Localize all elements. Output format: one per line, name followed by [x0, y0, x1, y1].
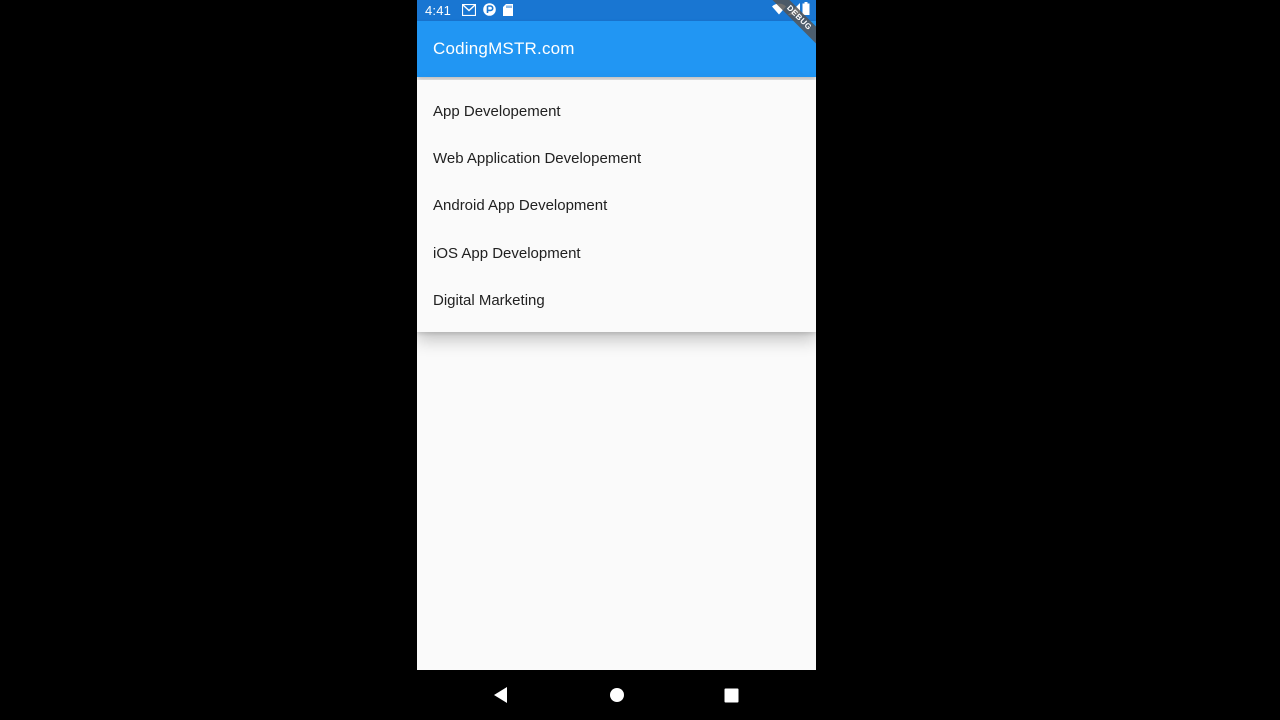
nav-bar — [417, 670, 816, 720]
menu-item-ios-app-development[interactable]: iOS App Development — [417, 230, 816, 277]
app-icon — [483, 3, 496, 19]
status-time: 4:41 — [425, 3, 452, 18]
gmail-icon — [461, 3, 477, 19]
menu-item-web-application-development[interactable]: Web Application Developement — [417, 135, 816, 182]
status-left-icons — [461, 3, 513, 19]
back-button[interactable] — [490, 684, 512, 706]
menu-item-app-development[interactable]: App Developement — [417, 88, 816, 135]
app-bar: CodingMSTR.com — [417, 21, 816, 77]
home-button[interactable] — [606, 684, 628, 706]
status-bar: 4:41 — [417, 0, 816, 21]
app-title: CodingMSTR.com — [433, 39, 575, 58]
menu-item-digital-marketing[interactable]: Digital Marketing — [417, 277, 816, 324]
home-icon — [610, 688, 624, 702]
recents-icon — [724, 688, 738, 702]
popup-menu: App Developement Web Application Develop… — [417, 80, 816, 332]
recents-button[interactable] — [720, 684, 742, 706]
back-icon — [494, 687, 507, 703]
menu-item-android-app-development[interactable]: Android App Development — [417, 182, 816, 229]
sd-card-icon — [503, 3, 513, 19]
phone-screen: 4:41 CodingMSTR.com DEBUG App Developeme… — [417, 0, 816, 720]
